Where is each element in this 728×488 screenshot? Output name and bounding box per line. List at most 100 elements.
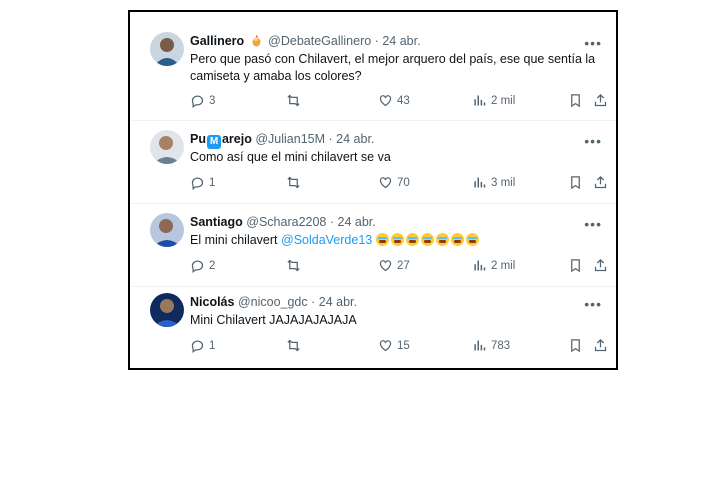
bookmark-button[interactable] (568, 338, 587, 353)
like-count: 27 (397, 259, 410, 272)
user-handle[interactable]: @DebateGallinero (268, 34, 371, 48)
avatar[interactable] (150, 130, 184, 164)
view-count: 3 mil (491, 176, 516, 189)
crying-face-emoji-icon (465, 233, 479, 246)
retweet-button[interactable] (286, 338, 305, 353)
views-button[interactable]: 2 mil (472, 258, 515, 273)
view-count: 2 mil (491, 259, 516, 272)
tweet-2[interactable]: Pu Marejo @Julian15M · 24 abr. ••• Como a… (130, 121, 616, 203)
reply-icon (191, 340, 204, 353)
share-button[interactable] (593, 258, 612, 273)
retweet-button[interactable] (286, 258, 305, 273)
tweet-1[interactable]: Gallinero @DebateGallinero · 24 abr. •••… (130, 12, 616, 120)
view-count: 2 mil (491, 94, 516, 107)
more-options-icon[interactable]: ••• (584, 217, 602, 231)
tweet-actions: 1 15 783 (190, 338, 607, 356)
tweet-header: Nicolás @nicoo_gdc · 24 abr. (190, 294, 357, 310)
reply-icon (191, 260, 204, 273)
tweet-4[interactable]: Nicolás @nicoo_gdc · 24 abr. ••• Mini Ch… (130, 287, 616, 369)
separator: · (329, 215, 335, 229)
share-button[interactable] (593, 93, 612, 108)
avatar[interactable] (150, 213, 184, 247)
bookmark-icon (571, 259, 580, 273)
like-button[interactable]: 43 (378, 93, 410, 108)
tweet-date[interactable]: 24 abr. (338, 215, 376, 229)
retweet-button[interactable] (286, 175, 305, 190)
bookmark-icon (571, 94, 580, 108)
display-name[interactable]: Nicolás (190, 295, 234, 309)
views-chart-icon (474, 260, 486, 271)
like-button[interactable]: 27 (378, 258, 410, 273)
tweet-header: Gallinero @DebateGallinero · 24 abr. (190, 33, 421, 49)
heart-icon (379, 260, 392, 272)
user-mention-link[interactable]: @SoldaVerde13 (281, 233, 372, 247)
display-name-part: Pu (190, 132, 206, 146)
reply-icon (191, 177, 204, 190)
user-handle[interactable]: @Schara2208 (246, 215, 326, 229)
retweet-icon (287, 259, 300, 272)
display-name[interactable]: Santiago (190, 215, 243, 229)
views-button[interactable]: 783 (472, 338, 510, 353)
separator: · (311, 295, 316, 309)
tweet-date[interactable]: 24 abr. (336, 132, 374, 146)
avatar[interactable] (150, 293, 184, 327)
reply-button[interactable]: 1 (190, 175, 215, 190)
bookmark-button[interactable] (568, 258, 587, 273)
display-name[interactable]: Gallinero (190, 34, 244, 48)
tweet-actions: 2 27 2 mil (190, 258, 607, 276)
reply-button[interactable]: 1 (190, 338, 215, 353)
tweet-date[interactable]: 24 abr. (382, 34, 420, 48)
share-icon (594, 338, 607, 352)
heart-icon (379, 340, 392, 352)
share-icon (594, 93, 607, 107)
reply-count: 1 (209, 176, 216, 189)
reply-count: 3 (209, 94, 216, 107)
reply-count: 2 (209, 259, 216, 272)
tweet-text: El mini chilavert @SoldaVerde13 (190, 232, 600, 249)
share-icon (594, 175, 607, 189)
views-button[interactable]: 3 mil (472, 175, 515, 190)
avatar[interactable] (150, 32, 184, 66)
more-options-icon[interactable]: ••• (584, 297, 602, 311)
share-icon (594, 258, 607, 272)
share-button[interactable] (593, 175, 612, 190)
tweet-header: Santiago @Schara2208 · 24 abr. (190, 214, 376, 230)
user-handle[interactable]: @Julian15M (255, 132, 325, 146)
heart-icon (379, 95, 392, 107)
bookmark-button[interactable] (568, 93, 587, 108)
user-handle[interactable]: @nicoo_gdc (238, 295, 308, 309)
name-badge: M (206, 135, 221, 149)
more-options-icon[interactable]: ••• (584, 36, 602, 50)
crying-face-emoji-icon (450, 233, 464, 246)
emoji-row (375, 233, 481, 247)
reply-button[interactable]: 2 (190, 258, 215, 273)
tweet-text: Como así que el mini chilavert se va (190, 150, 391, 164)
bookmark-icon (571, 176, 580, 190)
like-count: 15 (397, 339, 410, 352)
reply-button[interactable]: 3 (190, 93, 215, 108)
tweet-3[interactable]: Santiago @Schara2208 · 24 abr. ••• El mi… (130, 204, 616, 286)
views-chart-icon (474, 177, 486, 188)
more-options-icon[interactable]: ••• (584, 134, 602, 148)
crying-face-emoji-icon (435, 233, 449, 246)
bookmark-icon (571, 339, 580, 353)
tweet-date[interactable]: 24 abr. (319, 295, 357, 309)
retweet-icon (287, 94, 300, 107)
tweet-text: Mini Chilavert JAJAJAJAJAJA (190, 313, 357, 327)
retweet-button[interactable] (286, 93, 305, 108)
retweet-icon (287, 176, 300, 189)
tweet-thread-card: Gallinero @DebateGallinero · 24 abr. •••… (128, 10, 618, 370)
heart-icon (379, 177, 392, 189)
display-name[interactable]: Pu Marejo (190, 132, 252, 149)
views-button[interactable]: 2 mil (472, 93, 515, 108)
tweet-actions: 3 43 2 mil (190, 93, 607, 111)
like-count: 43 (397, 94, 410, 107)
tweet-text: Pero que pasó con Chilavert, el mejor ar… (190, 52, 596, 83)
retweet-icon (287, 339, 300, 352)
like-button[interactable]: 15 (378, 338, 410, 353)
share-button[interactable] (593, 338, 612, 353)
like-button[interactable]: 70 (378, 175, 410, 190)
views-chart-icon (474, 95, 486, 106)
bookmark-button[interactable] (568, 175, 587, 190)
views-chart-icon (474, 340, 486, 351)
